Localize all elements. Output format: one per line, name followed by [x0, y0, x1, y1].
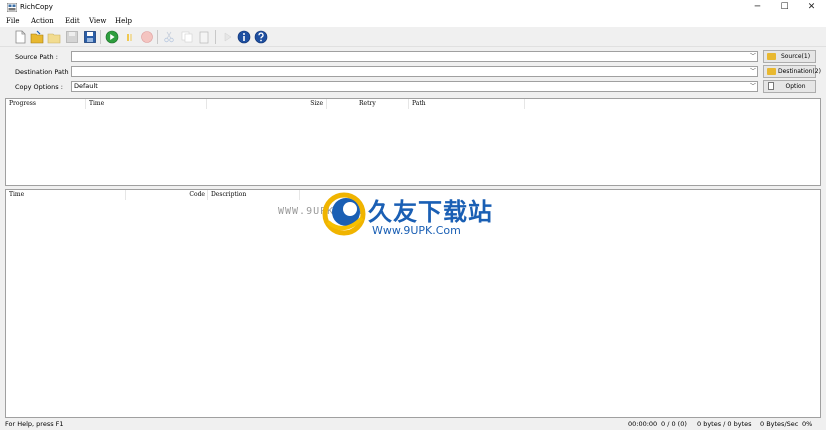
- column-header-progress[interactable]: Progress: [6, 99, 86, 109]
- toolbar-separator: [157, 30, 158, 44]
- save-icon[interactable]: [83, 30, 97, 44]
- column-header-path[interactable]: Path: [409, 99, 525, 109]
- start-icon[interactable]: [105, 30, 119, 44]
- destination-button-label: Destination(2): [778, 68, 821, 75]
- copy-options-label: Copy Options :: [15, 83, 63, 91]
- help-icon[interactable]: [254, 30, 268, 44]
- cut-icon[interactable]: [162, 30, 176, 44]
- pause-icon[interactable]: [122, 30, 136, 44]
- column-header-retry[interactable]: Retry: [327, 99, 409, 109]
- save-disabled-icon[interactable]: [65, 30, 79, 44]
- toolbar-separator: [215, 30, 216, 44]
- option-button-label: Option: [785, 83, 806, 90]
- copy-icon[interactable]: [180, 30, 194, 44]
- document-icon: [768, 82, 774, 90]
- watermark-chinese-text: 久友下载站: [368, 198, 493, 226]
- properties-icon[interactable]: [221, 30, 235, 44]
- source-path-combo[interactable]: ﹀: [71, 51, 758, 62]
- paste-icon[interactable]: [197, 30, 211, 44]
- copy-options-select[interactable]: Default ﹀: [71, 81, 758, 92]
- destination-path-label: Destination Path :: [15, 68, 73, 76]
- destination-path-combo[interactable]: ﹀: [71, 66, 758, 77]
- richcopy-app-icon: [6, 2, 18, 13]
- window-title: RichCopy: [20, 3, 53, 11]
- open-list-icon[interactable]: [47, 30, 61, 44]
- status-percent: 0%: [802, 420, 813, 428]
- progress-list[interactable]: Progress Time Size Retry Path: [5, 98, 821, 186]
- column-header-size[interactable]: Size: [207, 99, 327, 109]
- new-icon[interactable]: [13, 30, 27, 44]
- chevron-down-icon[interactable]: ﹀: [750, 52, 756, 61]
- minimize-button[interactable]: ─: [744, 0, 771, 15]
- status-rate: 0 Bytes/Sec: [760, 420, 799, 428]
- menu-bar: File Action Edit View Help: [0, 15, 826, 27]
- destination-button[interactable]: Destination(2): [763, 65, 821, 78]
- open-icon[interactable]: [30, 30, 44, 44]
- source-button-label: Source(1): [780, 53, 811, 60]
- menu-help[interactable]: Help: [115, 17, 132, 25]
- info-icon[interactable]: [237, 30, 251, 44]
- chevron-down-icon[interactable]: ﹀: [750, 67, 756, 76]
- toolbar-separator: [100, 30, 101, 44]
- chevron-down-icon[interactable]: ﹀: [750, 82, 756, 91]
- watermark-url-text: Www.9UPK.Com: [372, 224, 461, 237]
- source-button[interactable]: Source(1): [763, 50, 816, 63]
- title-bar: RichCopy ─ ☐ ✕: [0, 0, 826, 15]
- toolbar: [0, 27, 826, 47]
- source-path-label: Source Path :: [15, 53, 58, 61]
- column-header-code[interactable]: Code: [126, 190, 208, 200]
- stop-icon[interactable]: [140, 30, 154, 44]
- column-header-time[interactable]: Time: [86, 99, 207, 109]
- option-button[interactable]: Option: [763, 80, 816, 93]
- menu-file[interactable]: File: [6, 17, 19, 25]
- watermark: WWW.9UPK.COM 久友下载站 Www.9UPK.Com: [270, 190, 505, 246]
- status-help-text: For Help, press F1: [5, 420, 64, 428]
- status-bytes: 0 bytes / 0 bytes: [697, 420, 752, 428]
- column-header-time[interactable]: Time: [6, 190, 126, 200]
- close-button[interactable]: ✕: [798, 0, 825, 15]
- folder-icon: [767, 53, 776, 60]
- status-elapsed: 00:00:00: [628, 420, 658, 428]
- menu-action[interactable]: Action: [31, 17, 54, 25]
- status-files: 0 / 0 (0): [661, 420, 687, 428]
- watermark-logo-icon: [322, 192, 366, 236]
- menu-view[interactable]: View: [89, 17, 106, 25]
- folder-icon: [767, 68, 776, 75]
- status-bar: For Help, press F1 00:00:00 0 / 0 (0) 0 …: [0, 419, 826, 430]
- maximize-button[interactable]: ☐: [771, 0, 798, 15]
- copy-options-value: Default: [74, 82, 98, 90]
- menu-edit[interactable]: Edit: [65, 17, 80, 25]
